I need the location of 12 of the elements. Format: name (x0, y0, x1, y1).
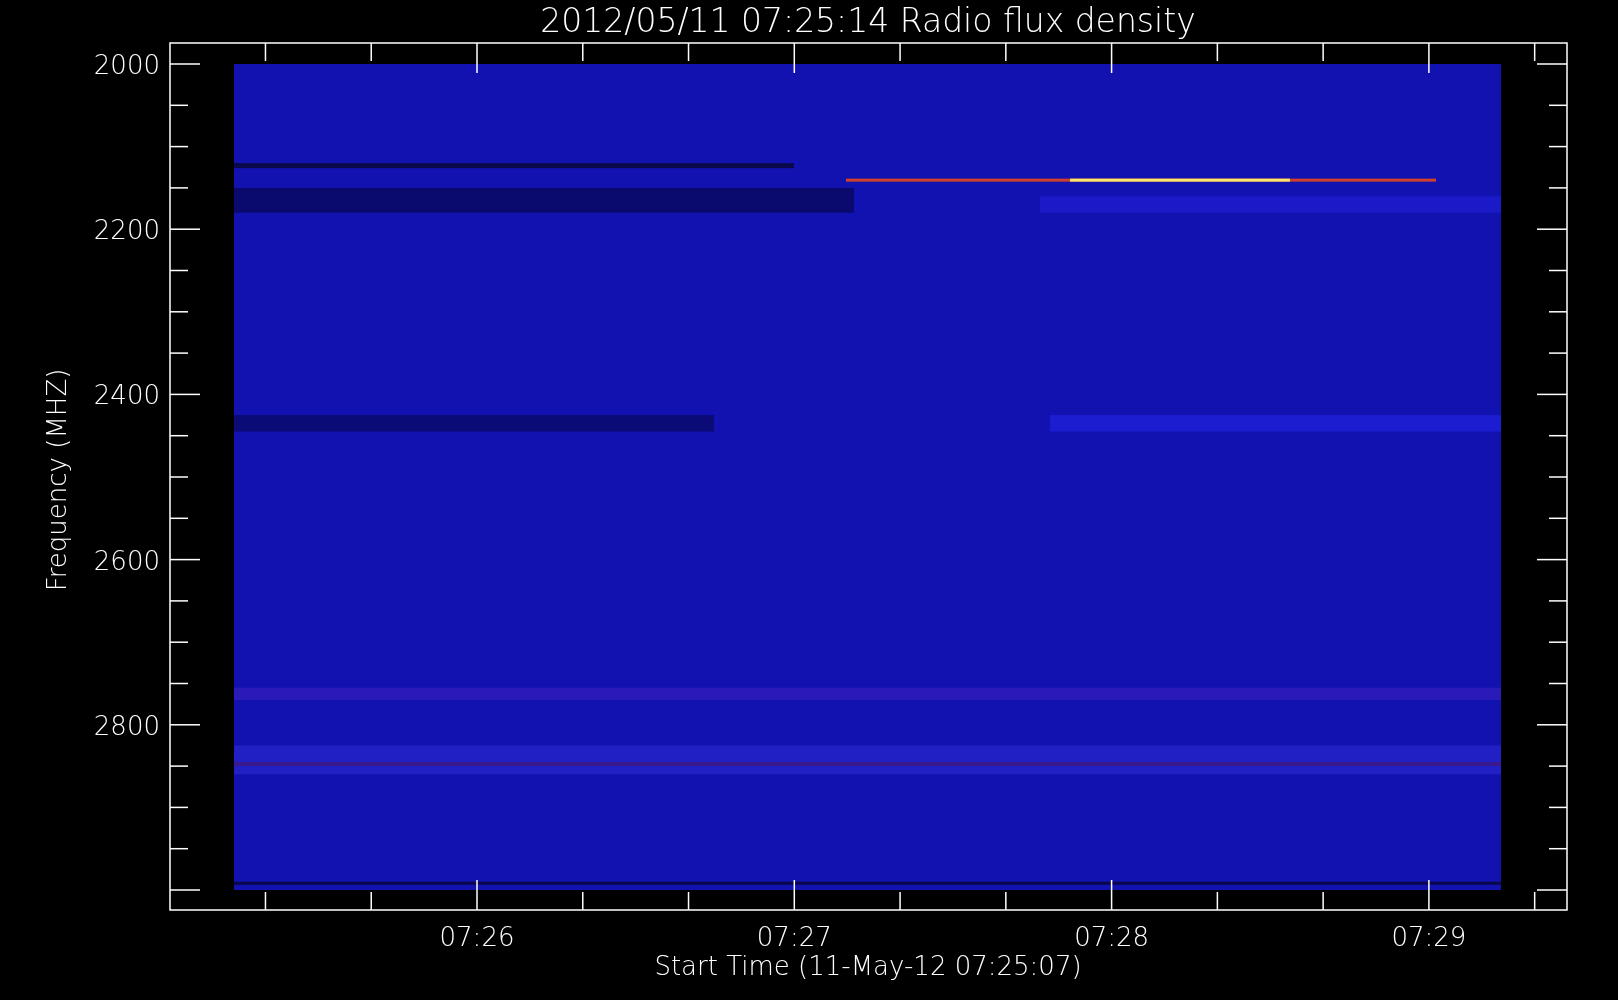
x-tick-label: 07:28 (1074, 922, 1150, 952)
y-tick-label: 2600 (93, 545, 160, 576)
y-tick-label: 2200 (93, 215, 160, 246)
y-axis-label: Frequency (MHZ) (42, 368, 72, 592)
x-tick-label: 07:29 (1391, 922, 1467, 952)
y-tick-label: 2400 (93, 380, 160, 411)
y-tick-label: 2000 (93, 50, 160, 80)
y-tick-label: 2800 (93, 710, 160, 741)
x-tick-label: 07:26 (439, 922, 515, 952)
x-axis-label: Start Time (11-May-12 07:25:07) (654, 951, 1082, 981)
chart-title: 2012/05/11 07:25:14 Radio flux density (540, 1, 1196, 40)
x-tick-label: 07:27 (756, 922, 832, 952)
